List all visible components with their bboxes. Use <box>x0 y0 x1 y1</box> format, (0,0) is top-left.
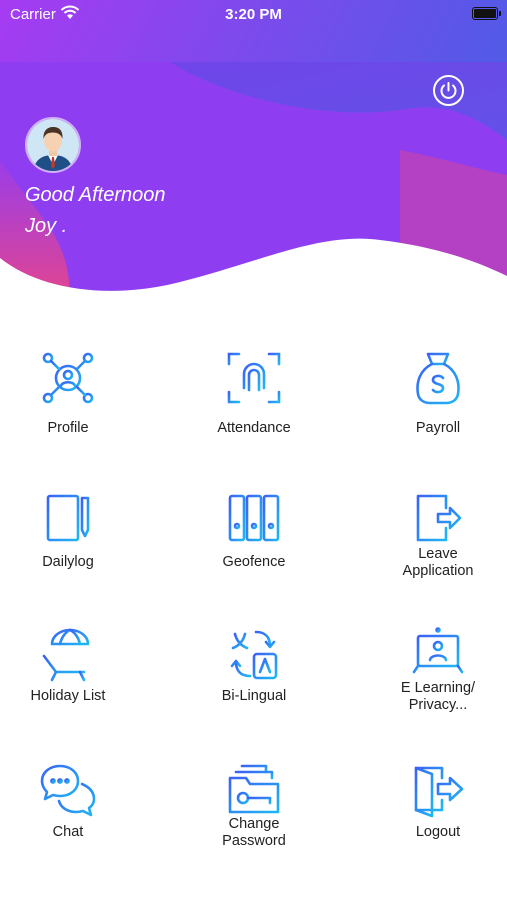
menu-label-dailylog: Dailylog <box>42 554 94 570</box>
key-folder-icon <box>228 764 280 814</box>
menu-item-logout[interactable]: Logout <box>358 752 507 872</box>
battery-icon <box>472 7 501 20</box>
leave-document-arrow-icon <box>416 494 462 542</box>
menu-item-attendance[interactable]: Attendance <box>174 340 334 460</box>
menu-label-change-pw-line2: Password <box>222 833 286 849</box>
menu-label-geofence: Geofence <box>222 554 286 570</box>
menu-label-logout: Logout <box>415 824 461 840</box>
fingerprint-scan-icon <box>227 352 281 404</box>
menu-item-profile[interactable]: Profile <box>0 340 148 460</box>
menu-item-payroll[interactable]: Payroll <box>358 340 507 460</box>
power-button[interactable] <box>432 74 465 107</box>
user-name: Joy . <box>25 215 68 237</box>
beach-umbrella-chair-icon <box>42 626 90 682</box>
menu-item-chat[interactable]: Chat <box>0 752 148 872</box>
menu-item-leave-application[interactable]: Leave Application <box>358 480 507 600</box>
menu-label-elearning-line1: E Learning/ <box>400 680 476 696</box>
logout-door-icon <box>414 766 464 818</box>
menu-item-geofence[interactable]: Geofence <box>174 480 334 600</box>
money-bag-icon <box>416 352 460 405</box>
menu-label-chat: Chat <box>52 824 84 840</box>
menu-label-holiday: Holiday List <box>30 688 106 704</box>
menu-item-change-password[interactable]: Change Password <box>174 752 334 872</box>
daily-log-notes-icon <box>46 494 90 542</box>
menu-label-attendance: Attendance <box>217 420 291 436</box>
menu-item-e-learning-privacy[interactable]: E Learning/ Privacy... <box>358 616 507 736</box>
menu-label-change-pw-line1: Change <box>228 816 280 832</box>
menu-item-bi-lingual[interactable]: Bi-Lingual <box>174 616 334 736</box>
profile-network-icon <box>42 352 94 404</box>
user-avatar-icon <box>27 119 79 171</box>
greeting-text: Good Afternoon <box>25 184 166 206</box>
chat-bubbles-icon <box>40 764 96 817</box>
menu-label-leave-line2: Application <box>402 563 474 579</box>
geofence-binders-icon <box>228 494 280 542</box>
menu-label-payroll: Payroll <box>415 420 461 436</box>
menu-item-holiday-list[interactable]: Holiday List <box>0 616 148 736</box>
menu-label-elearning-line2: Privacy... <box>408 697 468 713</box>
menu-label-profile: Profile <box>47 420 89 436</box>
menu-label-bilingual: Bi-Lingual <box>221 688 287 704</box>
e-learning-monitor-icon <box>410 627 466 674</box>
status-bar: Carrier 3:20 PM <box>0 0 507 30</box>
menu-label-leave-line1: Leave <box>418 546 458 562</box>
translate-language-icon <box>230 628 278 680</box>
menu-item-dailylog[interactable]: Dailylog <box>0 480 148 600</box>
header-banner: Carrier 3:20 PM Good Afternoon Joy . <box>0 0 507 310</box>
avatar[interactable] <box>25 117 81 173</box>
status-time: 3:20 PM <box>225 6 282 23</box>
